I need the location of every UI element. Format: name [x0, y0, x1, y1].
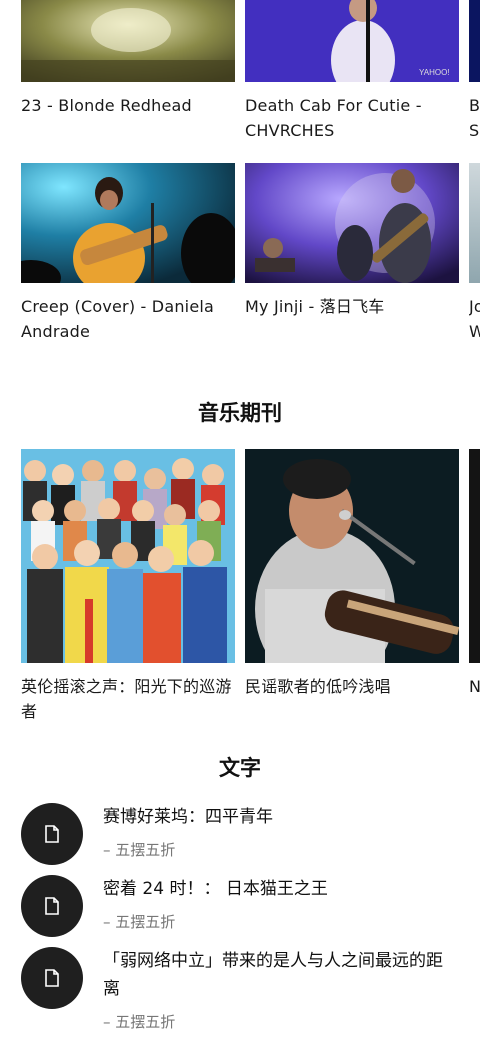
video-thumbnail — [245, 163, 459, 283]
article-author: – 五摆五折 — [103, 913, 176, 931]
periodicals-row: 英伦摇滚之声：阳光下的巡游者 民谣歌者的低吟浅唱 N — [0, 449, 480, 729]
video-caption: Jo W — [469, 297, 480, 341]
periodical-card[interactable]: N — [469, 449, 480, 729]
periodical-cover — [469, 449, 480, 663]
video-thumbnail — [21, 163, 235, 283]
video-card[interactable]: Jo W — [469, 163, 480, 353]
article-author: – 五摆五折 — [103, 1013, 176, 1031]
video-card[interactable]: YAHOO! Death Cab For Cutie - CHVRCHES — [245, 0, 459, 150]
article-icon-button — [21, 875, 83, 937]
video-thumbnail — [469, 0, 480, 82]
article-title: 密着 24 时！： 日本猫王之王 — [103, 879, 328, 899]
article-icon-button — [21, 947, 83, 1009]
video-caption: Creep (Cover) - Daniela Andrade — [21, 297, 215, 341]
video-card[interactable]: B S — [469, 0, 480, 150]
document-icon — [45, 969, 59, 987]
video-card[interactable]: 23 - Blonde Redhead — [21, 0, 235, 150]
periodical-caption: 英伦摇滚之声：阳光下的巡游者 — [21, 677, 232, 721]
periodical-cover — [21, 449, 235, 663]
video-thumbnail — [21, 0, 235, 82]
video-thumbnail: YAHOO! — [245, 0, 459, 82]
article-title: 赛博好莱坞：四平青年 — [103, 807, 273, 827]
article-icon-button — [21, 803, 83, 865]
periodical-caption: 民谣歌者的低吟浅唱 — [245, 677, 391, 696]
video-caption: Death Cab For Cutie - CHVRCHES — [245, 96, 422, 140]
watermark-text: YAHOO! — [419, 68, 450, 77]
video-caption: My Jinji - 落日飞车 — [245, 297, 385, 316]
section-title-text: 文字 — [219, 756, 261, 780]
video-thumbnail — [469, 163, 480, 283]
document-icon — [45, 825, 59, 843]
video-card[interactable]: My Jinji - 落日飞车 — [245, 163, 459, 353]
section-title-periodicals: 音乐期刊 — [198, 401, 282, 425]
article-author: – 五摆五折 — [103, 841, 176, 859]
video-caption: B S — [469, 96, 480, 140]
periodical-card[interactable]: 民谣歌者的低吟浅唱 — [245, 449, 459, 729]
article-item[interactable]: 密着 24 时！： 日本猫王之王 – 五摆五折 — [0, 875, 480, 941]
article-title: 「弱网络中立」带来的是人与人之间最远的距离 — [103, 951, 443, 999]
video-caption: 23 - Blonde Redhead — [21, 96, 192, 115]
video-row-2: Creep (Cover) - Daniela Andrade My Jinji… — [0, 163, 480, 353]
periodical-card[interactable]: 英伦摇滚之声：阳光下的巡游者 — [21, 449, 235, 729]
video-card[interactable]: Creep (Cover) - Daniela Andrade — [21, 163, 235, 353]
periodical-cover — [245, 449, 459, 663]
video-row-1: 23 - Blonde Redhead YAHOO! Death Cab For… — [0, 0, 480, 150]
document-icon — [45, 897, 59, 915]
periodical-caption: N — [469, 677, 480, 696]
article-item[interactable]: 「弱网络中立」带来的是人与人之间最远的距离 – 五摆五折 — [0, 947, 480, 1037]
article-item[interactable]: 赛博好莱坞：四平青年 – 五摆五折 — [0, 803, 480, 869]
